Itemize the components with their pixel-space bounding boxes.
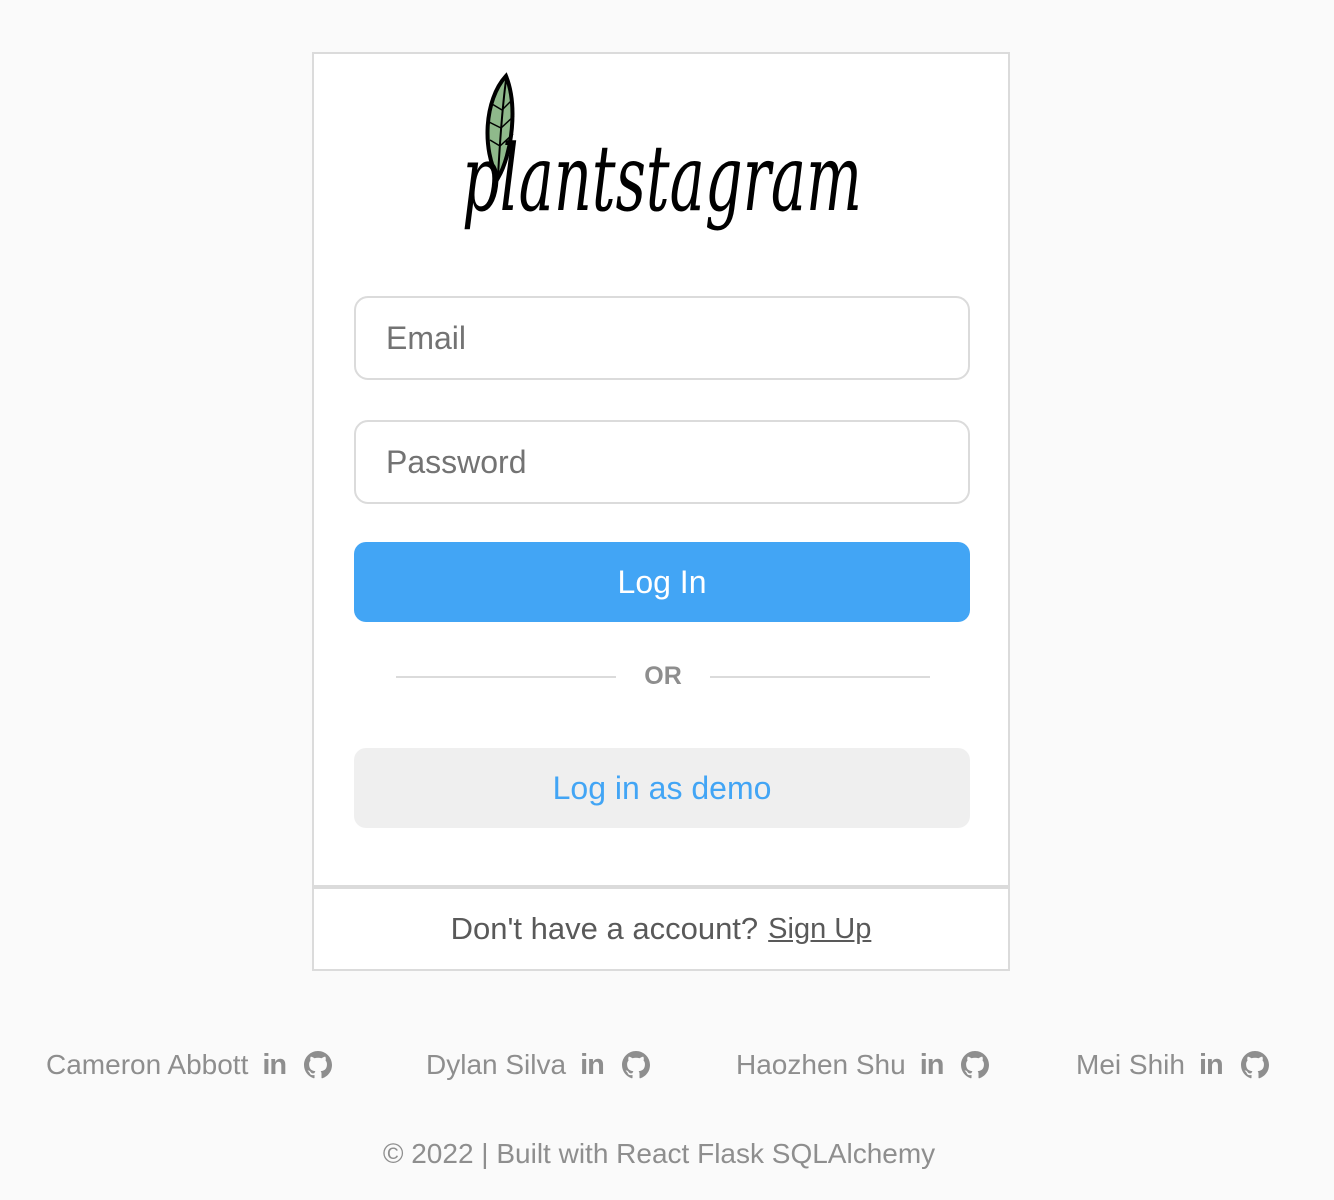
team-member-name: Cameron Abbott — [46, 1049, 249, 1080]
team-member: Dylan Silva in — [426, 1040, 650, 1090]
github-icon[interactable] — [621, 1051, 650, 1079]
divider-line-left — [396, 676, 616, 678]
team-member-name: Haozhen Shu — [736, 1049, 906, 1080]
github-icon[interactable] — [961, 1051, 990, 1079]
or-divider-text: OR — [644, 662, 682, 690]
linkedin-icon[interactable]: in — [920, 1049, 945, 1082]
team-member: Haozhen Shu in — [736, 1040, 990, 1090]
footer-team: Cameron Abbott in Dylan Silva in Haozhen… — [0, 1040, 1334, 1090]
team-member-name: Dylan Silva — [426, 1049, 567, 1080]
linkedin-icon[interactable]: in — [1199, 1049, 1224, 1082]
team-member-name: Mei Shih — [1076, 1049, 1185, 1080]
plantstagram-logo: plantstagram — [462, 72, 862, 232]
github-icon[interactable] — [304, 1051, 333, 1079]
divider-line-right — [710, 676, 930, 678]
demo-login-button[interactable]: Log in as demo — [354, 748, 970, 828]
copyright-text: © 2022 | Built with React Flask SQLAlche… — [382, 1138, 936, 1169]
team-member: Cameron Abbott in — [46, 1040, 333, 1090]
signup-prompt: Don't have a account? — [450, 911, 759, 946]
svg-text:plantstagram: plantstagram — [462, 125, 862, 232]
linkedin-icon[interactable]: in — [580, 1049, 605, 1082]
email-input[interactable] — [354, 296, 970, 380]
linkedin-icon[interactable]: in — [262, 1049, 287, 1082]
login-card: plantstagram Log In OR Log in as demo — [312, 52, 1010, 887]
signup-link[interactable]: Sign Up — [768, 913, 871, 946]
signup-card: Don't have a account? Sign Up — [312, 887, 1010, 971]
login-button[interactable]: Log In — [354, 542, 970, 622]
github-icon[interactable] — [1240, 1051, 1269, 1079]
password-input[interactable] — [354, 420, 970, 504]
team-member: Mei Shih in — [1076, 1040, 1269, 1090]
